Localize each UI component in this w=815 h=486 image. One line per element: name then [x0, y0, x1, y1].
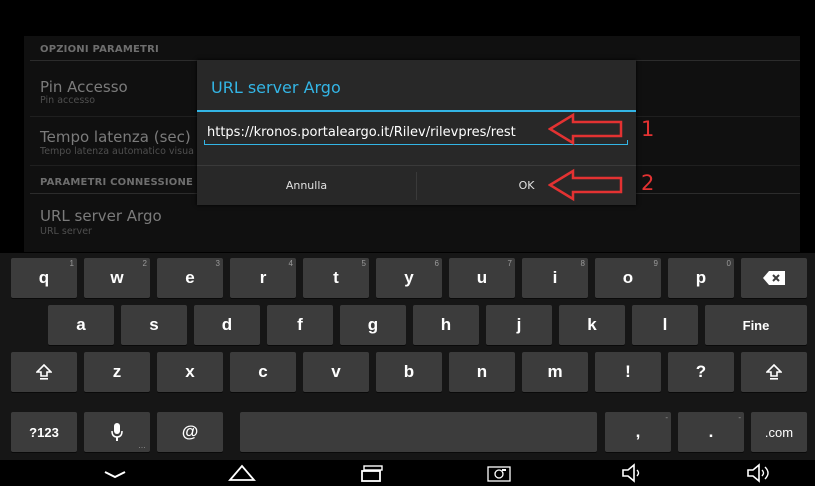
screenshot-icon[interactable]	[486, 463, 512, 483]
key-i[interactable]: i8	[522, 258, 588, 298]
annotation-arrow-1-icon	[548, 112, 623, 146]
key-o[interactable]: o9	[595, 258, 661, 298]
backspace-key[interactable]	[741, 258, 807, 298]
shift-icon	[36, 364, 52, 380]
key-r[interactable]: r4	[230, 258, 296, 298]
key-label: o	[622, 268, 634, 287]
soft-keyboard: q1 w2 e3 r4 t5 y6 u7 i8 o9 p0 a s d f g …	[0, 253, 815, 460]
key-c[interactable]: c	[230, 352, 296, 392]
volume-up-icon[interactable]	[745, 463, 773, 483]
key-label: y	[404, 268, 414, 287]
key-label: i	[552, 268, 558, 287]
key-q[interactable]: q1	[11, 258, 77, 298]
done-key[interactable]: Fine	[705, 305, 807, 345]
volume-down-icon[interactable]	[620, 463, 646, 483]
screen: OPZIONI PARAMETRI Pin Accesso Pin access…	[0, 0, 815, 486]
key-label: p	[695, 268, 707, 287]
key-label: w	[110, 268, 124, 287]
pref-pin-title: Pin Accesso	[40, 78, 128, 96]
annotation-arrow-2-icon	[548, 168, 623, 202]
key-k[interactable]: k	[559, 305, 625, 345]
pref-pin-summary: Pin accesso	[40, 95, 96, 106]
pref-latency-summary: Tempo latenza automatico visua	[40, 146, 194, 157]
key-v[interactable]: v	[303, 352, 369, 392]
shift-left-key[interactable]	[11, 352, 77, 392]
key-label: .	[708, 422, 714, 441]
key-l[interactable]: l	[632, 305, 698, 345]
key-n[interactable]: n	[449, 352, 515, 392]
shift-icon	[766, 364, 782, 380]
key-hint: 0	[726, 259, 731, 268]
key-label: t	[333, 268, 339, 287]
key-e[interactable]: e3	[157, 258, 223, 298]
shift-right-key[interactable]	[741, 352, 807, 392]
key-hint: 3	[215, 259, 220, 268]
key-hint: 6	[434, 259, 439, 268]
key-hint: -	[738, 413, 741, 422]
key-label: e	[185, 268, 195, 287]
more-dots: …	[138, 441, 146, 450]
dialog-title: URL server Argo	[211, 78, 341, 97]
key-j[interactable]: j	[486, 305, 552, 345]
backspace-icon	[763, 271, 785, 285]
home-icon[interactable]	[228, 463, 256, 483]
pref-url-summary: URL server	[40, 226, 92, 237]
back-icon[interactable]	[102, 463, 128, 483]
section-header-connection: PARAMETRI CONNESSIONE	[40, 177, 194, 188]
key-comma[interactable]: ,-	[605, 412, 671, 452]
key-label: u	[476, 268, 488, 287]
dotcom-key[interactable]: .com	[751, 412, 807, 452]
key-at[interactable]: @	[157, 412, 223, 452]
voice-input-key[interactable]: …	[84, 412, 150, 452]
key-w[interactable]: w2	[84, 258, 150, 298]
key-s[interactable]: s	[121, 305, 187, 345]
key-g[interactable]: g	[340, 305, 406, 345]
key-a[interactable]: a	[48, 305, 114, 345]
key-hint: 4	[288, 259, 293, 268]
key-period[interactable]: .-	[678, 412, 744, 452]
mic-icon	[111, 423, 123, 441]
key-exclamation[interactable]: !	[595, 352, 661, 392]
key-p[interactable]: p0	[668, 258, 734, 298]
annotation-number-1: 1	[641, 117, 655, 141]
key-label: ,	[635, 422, 641, 441]
annotation-number-2: 2	[641, 171, 655, 195]
key-t[interactable]: t5	[303, 258, 369, 298]
key-hint: -	[665, 413, 668, 422]
key-question[interactable]: ?	[668, 352, 734, 392]
key-hint: 2	[142, 259, 147, 268]
navigation-bar	[0, 460, 815, 486]
section-header-options: OPZIONI PARAMETRI	[40, 44, 159, 55]
key-hint: 9	[653, 259, 658, 268]
key-y[interactable]: y6	[376, 258, 442, 298]
key-label: q	[38, 268, 50, 287]
space-key[interactable]	[240, 412, 597, 452]
recents-icon[interactable]	[359, 463, 385, 483]
key-hint: 7	[507, 259, 512, 268]
key-f[interactable]: f	[267, 305, 333, 345]
key-z[interactable]: z	[84, 352, 150, 392]
symbols-key[interactable]: ?123	[11, 412, 77, 452]
key-x[interactable]: x	[157, 352, 223, 392]
pref-url-title: URL server Argo	[40, 207, 162, 225]
key-h[interactable]: h	[413, 305, 479, 345]
key-b[interactable]: b	[376, 352, 442, 392]
cancel-button[interactable]: Annulla	[197, 166, 416, 206]
key-m[interactable]: m	[522, 352, 588, 392]
key-hint: 5	[361, 259, 366, 268]
key-label: r	[259, 268, 267, 287]
pref-latency-title: Tempo latenza (sec)	[40, 128, 191, 146]
key-d[interactable]: d	[194, 305, 260, 345]
key-u[interactable]: u7	[449, 258, 515, 298]
key-hint: 1	[69, 259, 74, 268]
key-hint: 8	[580, 259, 585, 268]
